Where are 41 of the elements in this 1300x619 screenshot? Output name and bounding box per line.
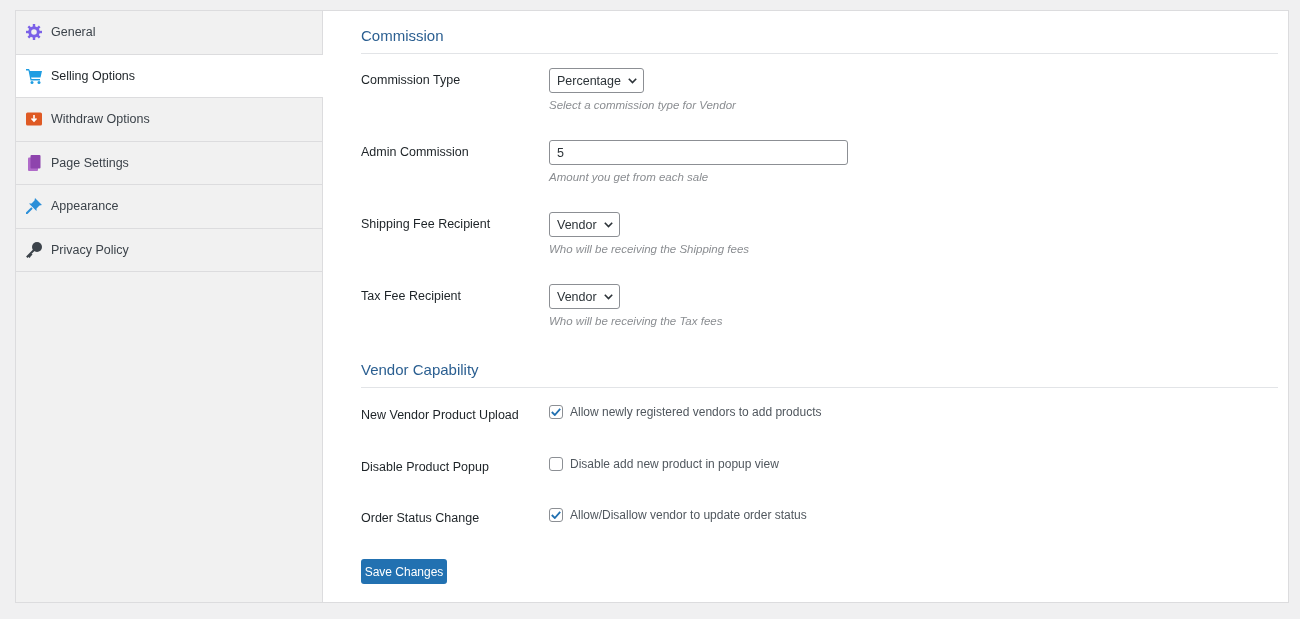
- select-dropdown[interactable]: Vendor: [549, 212, 620, 237]
- chevron-icon: [603, 293, 613, 300]
- select-dropdown[interactable]: Percentage: [549, 68, 644, 93]
- checkbox[interactable]: [549, 508, 563, 522]
- gear-icon: [26, 24, 42, 41]
- section-title: Vendor Capability: [361, 359, 1278, 388]
- text-input[interactable]: 5: [549, 140, 848, 165]
- field-description: Amount you get from each sale: [549, 171, 709, 183]
- field-description: Who will be receiving the Shipping fees: [549, 243, 750, 255]
- field-label: Disable Product Popup: [361, 458, 490, 476]
- section-title: Commission: [361, 25, 1278, 54]
- chevron-icon: [603, 221, 613, 228]
- checkbox[interactable]: [549, 456, 563, 471]
- select-dropdown[interactable]: Vendor: [549, 284, 620, 309]
- chevron-icon: [627, 77, 637, 84]
- field-description: Who will be receiving the Tax fees: [549, 315, 723, 327]
- field-label: Commission Type: [361, 72, 462, 89]
- sidebar-tab[interactable]: General: [16, 11, 322, 55]
- checkbox-label[interactable]: Allow newly registered vendors to add products: [570, 405, 822, 419]
- download-box-icon: [26, 111, 42, 128]
- sidebar-tab[interactable]: Privacy Policy: [16, 228, 322, 272]
- check-icon: [551, 511, 561, 519]
- field-description: Select a commission type for Vendor: [549, 99, 736, 111]
- checkbox-label[interactable]: Allow/Disallow vendor to update order status: [570, 508, 807, 522]
- field-label: Order Status Change: [361, 510, 481, 527]
- pages-icon: [26, 154, 42, 171]
- cart-icon: [26, 67, 42, 84]
- save-button[interactable]: Save Changes: [361, 559, 447, 584]
- checkbox-label[interactable]: Disable add new product in popup view: [570, 456, 779, 471]
- sidebar-tab[interactable]: Selling Options: [16, 54, 323, 98]
- field-label: Admin Commission: [361, 144, 470, 161]
- sidebar-tab[interactable]: Page Settings: [16, 141, 322, 185]
- check-icon: [551, 408, 561, 416]
- field-label: Tax Fee Recipient: [361, 288, 463, 305]
- sidebar-tab[interactable]: Withdraw Options: [16, 98, 322, 142]
- field-label: New Vendor Product Upload: [361, 407, 520, 424]
- pushpin-icon: [26, 198, 42, 215]
- checkbox[interactable]: [549, 405, 563, 419]
- sidebar-tab[interactable]: Appearance: [16, 185, 322, 229]
- field-label: Shipping Fee Recipient: [361, 216, 492, 233]
- key-icon: [26, 241, 42, 258]
